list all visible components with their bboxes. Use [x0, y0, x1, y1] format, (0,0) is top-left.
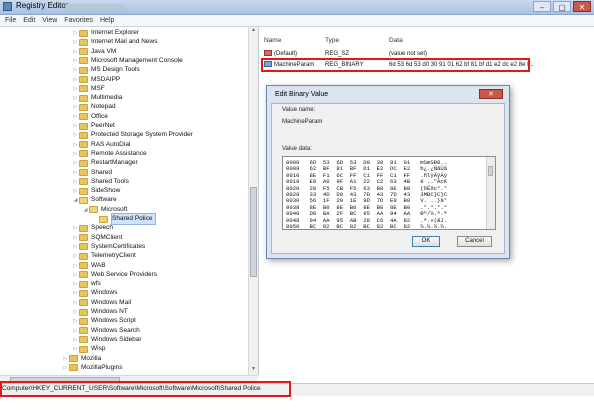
expanded-arrow-icon[interactable]: ◢ — [72, 195, 79, 205]
scroll-thumb[interactable] — [250, 187, 257, 277]
highlight-box-machineparam — [261, 58, 530, 72]
scroll-down-icon[interactable]: ▼ — [249, 366, 258, 375]
folder-icon — [99, 215, 108, 223]
value-name-label: Value name: — [282, 107, 316, 113]
folder-icon — [79, 187, 88, 195]
tree-vertical-scrollbar[interactable]: ▲ ▼ — [248, 27, 258, 375]
folder-icon — [79, 38, 88, 46]
folder-icon — [79, 150, 88, 158]
title-blur — [65, 4, 125, 9]
folder-icon — [79, 113, 88, 121]
folder-icon — [79, 262, 88, 269]
value-name-text: MachineParam — [282, 119, 323, 125]
folder-icon — [79, 196, 88, 204]
expanded-arrow-icon[interactable]: ◢ — [82, 205, 89, 215]
string-value-icon — [264, 50, 272, 57]
tree-item-label: MozillaPlugins — [81, 363, 123, 371]
folder-icon — [79, 252, 88, 260]
folder-icon — [79, 85, 88, 93]
folder-icon — [69, 355, 78, 362]
column-type[interactable]: Type — [325, 37, 339, 44]
tree-item-label: Web Service Providers — [91, 270, 157, 278]
minimize-button[interactable]: – — [533, 1, 551, 12]
folder-icon — [79, 76, 88, 83]
menu-favorites[interactable]: Favorites — [64, 17, 93, 24]
folder-icon — [79, 159, 88, 167]
registry-tree: ▷ Internet Explorer ▷ Internet Mail and New… — [0, 27, 259, 375]
value-data-label: Value data: — [282, 146, 312, 152]
folder-icon — [79, 317, 88, 325]
folder-icon — [79, 94, 88, 102]
menu-bar: File Edit View Favorites Help — [0, 15, 594, 27]
hex-row: 0050 BC 82 BC 82 BC 82 BC 82 ¼.¼.¼.¼. — [286, 223, 448, 230]
folder-icon — [79, 224, 88, 232]
folder-icon — [79, 48, 88, 56]
registry-editor-icon — [3, 2, 12, 11]
column-name[interactable]: Name — [264, 37, 281, 44]
folder-icon — [79, 169, 88, 176]
folder-icon — [79, 122, 88, 130]
folder-icon — [69, 364, 78, 372]
folder-icon — [79, 289, 88, 297]
hex-scroll-thumb[interactable] — [488, 166, 493, 176]
folder-icon — [79, 308, 88, 316]
folder-icon — [79, 234, 88, 242]
hex-scrollbar[interactable] — [486, 157, 495, 229]
registry-editor-window: Registry Editor – ▢ ✕ File Edit View Fav… — [0, 0, 594, 415]
menu-edit[interactable]: Edit — [23, 17, 35, 24]
folder-icon — [79, 243, 88, 251]
folder-icon — [79, 299, 88, 307]
folder-icon — [79, 178, 88, 186]
folder-icon — [79, 271, 88, 279]
menu-file[interactable]: File — [5, 17, 16, 24]
ok-button[interactable]: OK — [412, 236, 440, 247]
tree-item-label: Shared Police — [111, 213, 157, 225]
folder-icon — [79, 57, 88, 65]
folder-icon — [79, 29, 88, 37]
value-name: (Default) — [274, 51, 298, 57]
folder-icon — [79, 280, 88, 288]
dialog-title: Edit Binary Value — [275, 91, 329, 98]
cancel-button[interactable]: Cancel — [457, 236, 492, 247]
highlight-box-path — [0, 381, 291, 397]
folder-icon — [79, 345, 88, 353]
scroll-up-icon[interactable]: ▲ — [249, 27, 258, 36]
dialog-body: Value name: MachineParam Value data: 000… — [271, 103, 505, 254]
folder-icon — [79, 103, 88, 111]
dialog-close-button[interactable]: ✕ — [479, 89, 503, 99]
close-button[interactable]: ✕ — [573, 1, 591, 12]
maximize-button[interactable]: ▢ — [553, 1, 571, 12]
menu-view[interactable]: View — [42, 17, 57, 24]
folder-icon — [79, 336, 88, 344]
title-bar: Registry Editor – ▢ ✕ — [0, 0, 594, 15]
column-data[interactable]: Data — [389, 37, 403, 44]
folder-icon — [79, 327, 88, 335]
tree-item[interactable]: ▷ MozillaPlugins — [62, 363, 123, 373]
folder-icon — [79, 131, 88, 139]
folder-icon — [79, 141, 88, 149]
edit-binary-value-dialog: Edit Binary Value ✕ Value name: MachineP… — [266, 85, 510, 259]
menu-help[interactable]: Help — [100, 17, 114, 24]
folder-icon — [89, 206, 98, 214]
hex-editor[interactable]: 0000 6D 53 6D 53 D0 30 91 01 mSmSÐ0.. 000… — [282, 156, 496, 230]
expand-arrow-icon[interactable]: ▷ — [62, 363, 69, 373]
window-title: Registry Editor — [16, 1, 69, 10]
folder-icon — [79, 66, 88, 74]
